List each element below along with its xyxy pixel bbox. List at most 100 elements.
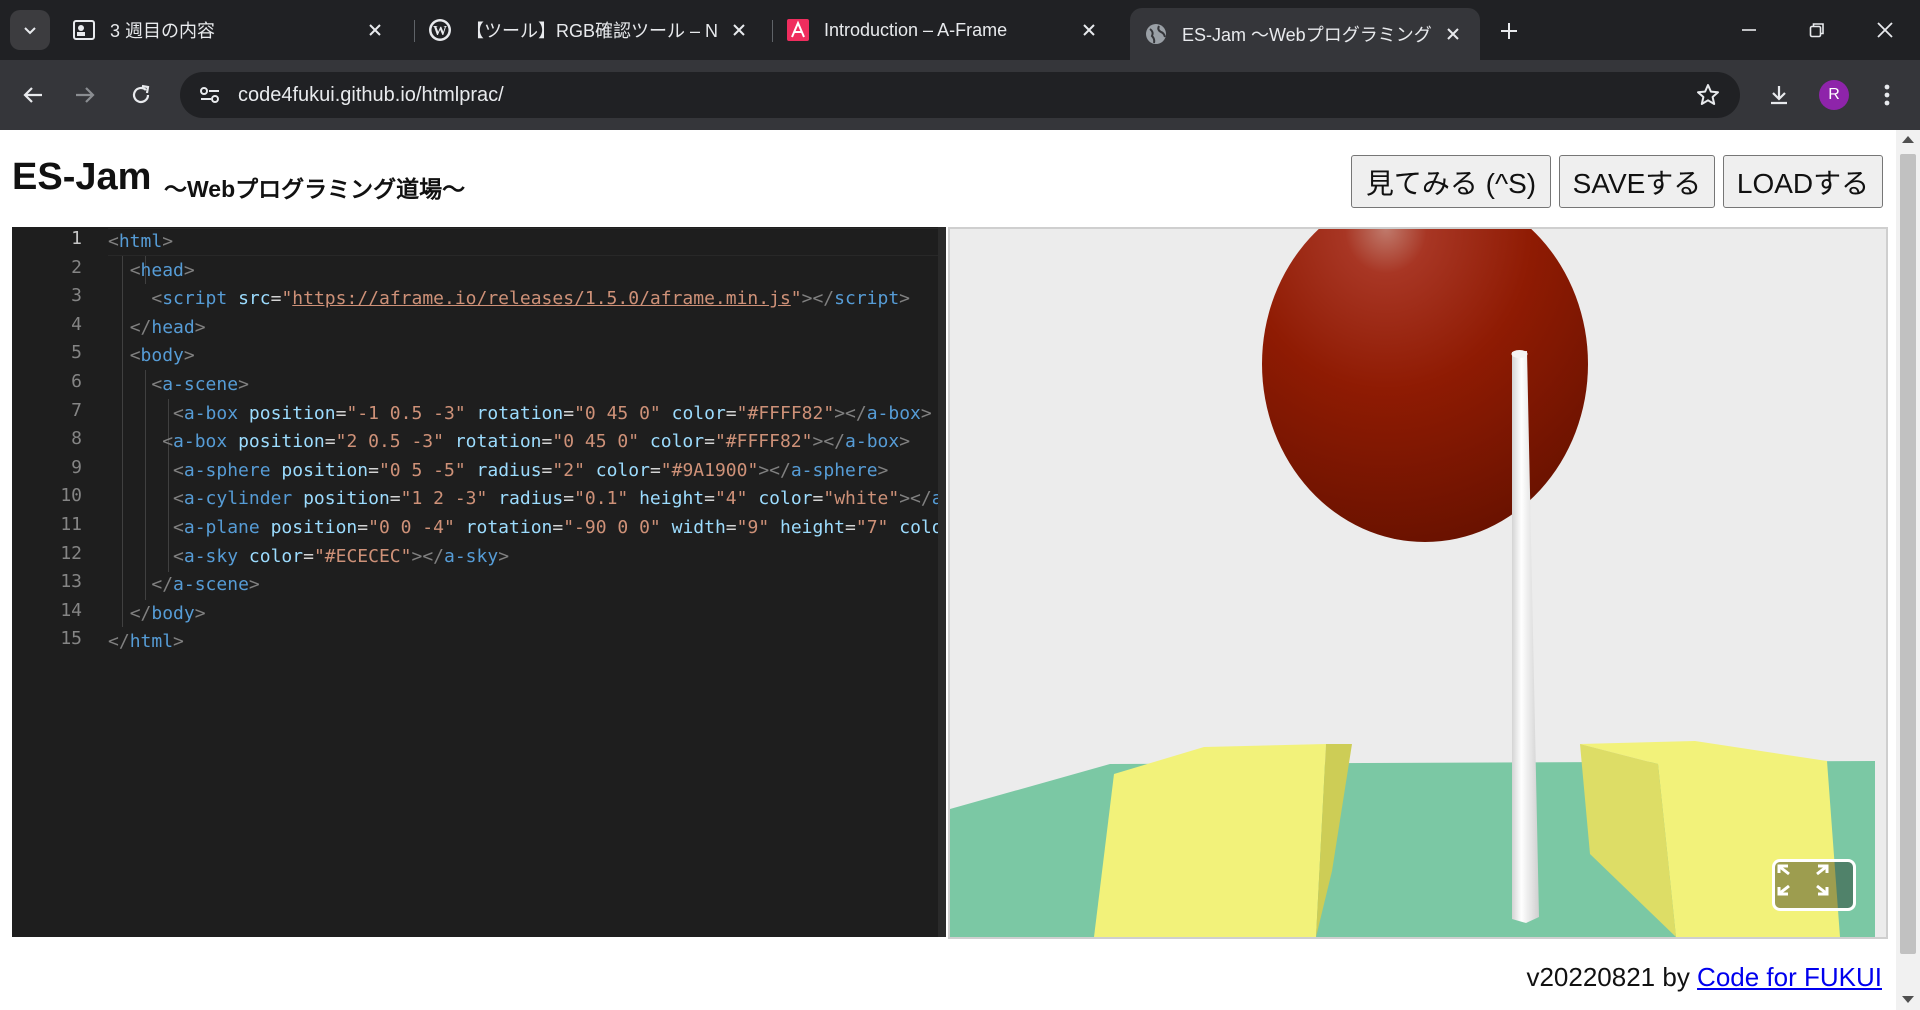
line-number: 1 (71, 228, 82, 249)
tab-title: ES-Jam ～Webプログラミング道場～ (1182, 25, 1432, 45)
load-button[interactable]: LOADする (1723, 155, 1883, 208)
new-tab-button[interactable] (1492, 16, 1526, 46)
code-token: "2 0.5 -3" (335, 431, 444, 453)
code-token: = (812, 488, 824, 510)
code-token: rotation (476, 402, 564, 424)
close-icon (1877, 22, 1893, 38)
code-token: = (303, 545, 314, 567)
preview-pane[interactable] (948, 227, 1888, 939)
line-number: 6 (71, 371, 82, 392)
code-token: position (270, 517, 358, 538)
code-editor[interactable]: 1 2 3 4 5 6 7 8 9 10 11 12 13 14 15 <html> <head> <scr… (12, 227, 946, 937)
bookmark-star-icon[interactable] (1688, 75, 1728, 115)
code-token: < (162, 431, 174, 453)
tab-rgb-tool[interactable]: W 【ツール】RGB確認ツール – NEMOT (414, 8, 766, 52)
close-icon[interactable] (1440, 21, 1466, 47)
code-token: a-cylinder (183, 488, 293, 510)
tab-strip: 3 週目の内容 W 【ツール】RGB確認ツール – NEMOT Introduc… (0, 0, 1920, 60)
close-icon[interactable] (1076, 17, 1102, 43)
code-token: head (140, 259, 184, 281)
restore-button[interactable] (1794, 10, 1840, 50)
line-number: 2 (71, 256, 82, 278)
code-line[interactable]: <a-sky color="#ECECEC"></a-sky> (108, 543, 509, 571)
code-token: " (281, 288, 293, 310)
code-token: height (780, 517, 846, 538)
menu-button[interactable] (1868, 76, 1906, 114)
code-line[interactable]: <a-sphere position="0 5 -5" radius="2" c… (108, 457, 888, 485)
code-token: body (140, 345, 184, 367)
fullscreen-button[interactable] (1772, 859, 1856, 911)
tab-week3[interactable]: 3 週目の内容 (58, 8, 402, 52)
code-token: "0 45 0" (552, 431, 640, 453)
line-number: 11 (60, 514, 82, 535)
minimize-button[interactable] (1726, 10, 1772, 50)
code-token: = (725, 402, 737, 424)
aframe-icon (786, 18, 810, 42)
back-button[interactable] (14, 76, 52, 114)
code-token: > (183, 259, 195, 281)
view-button[interactable]: 見てみる (^S) (1351, 155, 1551, 208)
code-line[interactable]: </body> (108, 600, 206, 628)
code-token: a-box (845, 431, 900, 453)
close-window-button[interactable] (1862, 10, 1908, 50)
code-line[interactable]: <script src="https://aframe.io/releases/… (108, 285, 910, 313)
code-line[interactable]: <head> (108, 257, 195, 285)
code-token: > (877, 459, 889, 481)
page-scrollbar[interactable] (1896, 130, 1920, 1010)
code-line[interactable]: </html> (108, 628, 184, 656)
address-bar[interactable]: code4fukui.github.io/htmlprac/ (180, 72, 1740, 118)
scroll-up-arrow[interactable] (1902, 136, 1914, 143)
reload-button[interactable] (122, 76, 160, 114)
forward-button[interactable] (66, 76, 104, 114)
code-token: > (183, 345, 195, 367)
page-content: ES-Jam ～Webプログラミング道場～ 見てみる (^S) SAVEする L… (0, 130, 1896, 1010)
code-token: < (173, 545, 184, 567)
save-button[interactable]: SAVEする (1559, 155, 1715, 208)
code-line[interactable]: <a-box position="-1 0.5 -3" rotation="0 … (108, 400, 932, 428)
code-token: script (834, 288, 900, 310)
code-line[interactable]: <a-scene> (108, 371, 249, 399)
aframe-scene[interactable] (950, 229, 1886, 937)
left-box (1094, 744, 1326, 937)
code-area[interactable]: <html> <head> <script src="https://afram… (108, 227, 946, 937)
code-token: color (595, 459, 650, 481)
scroll-down-arrow[interactable] (1902, 996, 1914, 1003)
line-number: 4 (71, 313, 82, 335)
code-token: = (541, 431, 553, 453)
line-number: 12 (60, 542, 82, 564)
code-line[interactable]: <a-cylinder position="1 2 -3" radius="0.… (108, 485, 946, 513)
editor-scrollbar[interactable] (938, 227, 946, 937)
close-icon[interactable] (362, 17, 388, 43)
reload-icon (132, 84, 150, 104)
code-line[interactable]: </head> (108, 314, 206, 342)
scrollbar-thumb[interactable] (1900, 154, 1916, 954)
code-line[interactable]: <a-box position="2 0.5 -3" rotation="0 4… (108, 428, 910, 456)
code-line[interactable]: <a-plane position="0 0 -4" rotation="-90… (108, 514, 946, 542)
tab-es-jam[interactable]: ES-Jam ～Webプログラミング道場～ (1130, 8, 1480, 60)
code-token: > (173, 631, 184, 653)
code-token: radius (476, 459, 542, 481)
code-for-fukui-link[interactable]: Code for FUKUI (1697, 962, 1882, 992)
code-token: script (162, 288, 228, 310)
url-text: code4fukui.github.io/htmlprac/ (238, 83, 504, 106)
code-token: a-sphere (183, 459, 271, 481)
code-line[interactable]: <body> (108, 342, 195, 370)
code-line[interactable]: <html> (108, 228, 173, 256)
downloads-button[interactable] (1760, 76, 1798, 114)
code-token: "2" (552, 459, 585, 481)
profile-avatar[interactable]: R (1819, 80, 1849, 110)
code-line[interactable]: </a-scene> (108, 571, 259, 599)
tab-aframe[interactable]: Introduction – A-Frame (772, 8, 1116, 52)
close-icon[interactable] (726, 17, 752, 43)
site-settings-icon[interactable] (188, 73, 232, 117)
tab-search-button[interactable] (10, 10, 50, 50)
code-token: > (498, 545, 510, 567)
